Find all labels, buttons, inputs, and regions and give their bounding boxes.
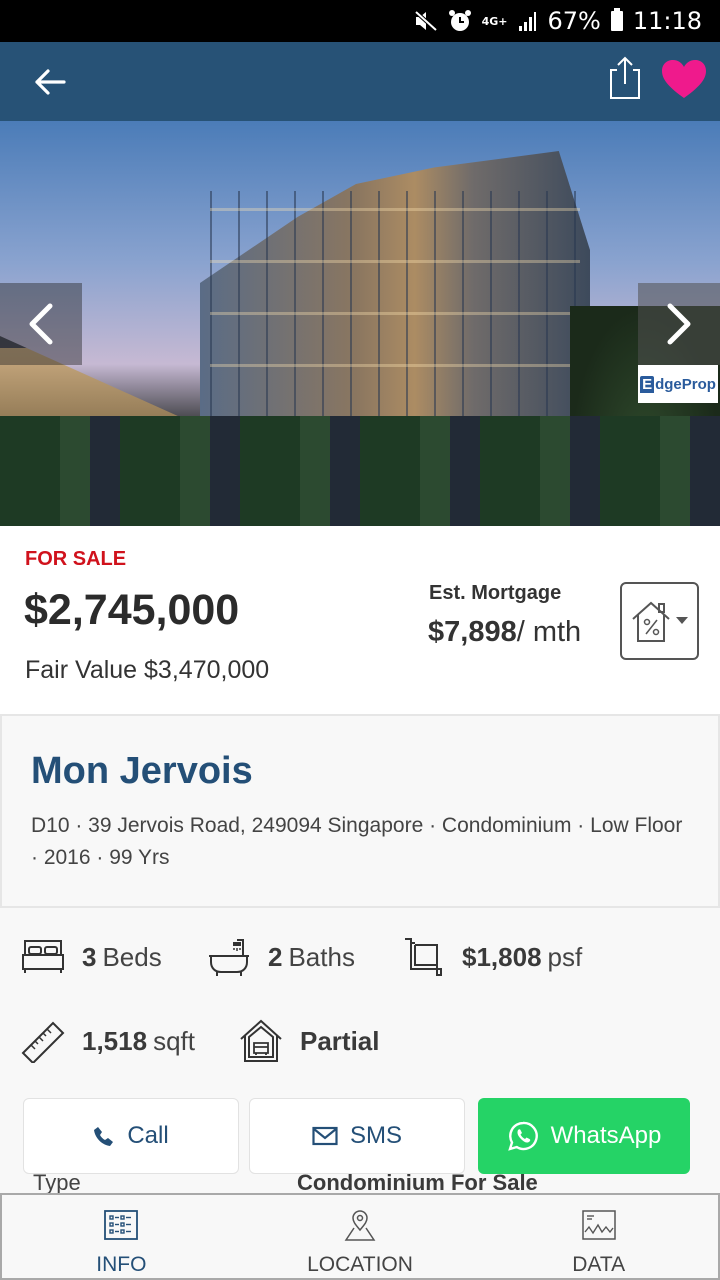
tab-label: INFO bbox=[96, 1253, 147, 1276]
feature-furnishing: Partial bbox=[238, 1018, 386, 1064]
clock: 11:18 bbox=[632, 7, 702, 35]
feature-size: 1,518 sqft bbox=[20, 1018, 195, 1064]
status-bar: 4G+ 67% 11:18 bbox=[0, 0, 720, 42]
property-header: Mon Jervois D10 · 39 Jervois Road, 24909… bbox=[0, 714, 720, 908]
photo-gallery[interactable]: EdgeProp bbox=[0, 121, 720, 526]
detail-label: Type bbox=[33, 1170, 81, 1194]
furnished-house-icon bbox=[238, 1018, 284, 1064]
feature-psf: $1,808 psf bbox=[400, 934, 582, 980]
tab-info[interactable]: INFO bbox=[2, 1195, 241, 1278]
edgeprop-logo: EdgeProp bbox=[638, 365, 718, 403]
fair-value: Fair Value $3,470,000 bbox=[25, 656, 270, 684]
crop-area-icon bbox=[400, 934, 446, 980]
feature-beds: 3 Beds bbox=[20, 934, 162, 980]
battery-icon bbox=[610, 8, 623, 31]
network-icon: 4G+ bbox=[481, 14, 508, 28]
sms-button[interactable]: SMS bbox=[249, 1098, 465, 1174]
bed-icon bbox=[20, 934, 66, 980]
arrow-left-icon bbox=[35, 69, 66, 95]
chevron-left-icon bbox=[29, 303, 53, 345]
bottom-tab-bar: INFO LOCATION DATA bbox=[0, 1193, 720, 1280]
whatsapp-button[interactable]: WhatsApp bbox=[478, 1098, 690, 1174]
whatsapp-icon bbox=[507, 1121, 538, 1151]
previous-photo-button[interactable] bbox=[0, 283, 82, 365]
share-icon bbox=[610, 56, 640, 99]
listing-status: FOR SALE bbox=[25, 548, 127, 570]
favorite-button[interactable] bbox=[660, 58, 708, 100]
listing-price: $2,745,000 bbox=[24, 586, 240, 634]
back-button[interactable] bbox=[30, 64, 70, 100]
ruler-icon bbox=[20, 1018, 66, 1064]
call-button[interactable]: Call bbox=[23, 1098, 239, 1174]
tab-data[interactable]: DATA bbox=[479, 1195, 718, 1278]
envelope-icon bbox=[312, 1126, 338, 1146]
tab-label: LOCATION bbox=[307, 1253, 413, 1276]
contact-actions: Call SMS WhatsApp bbox=[0, 1096, 720, 1176]
phone-icon bbox=[94, 1127, 114, 1146]
chart-icon bbox=[581, 1207, 616, 1243]
next-photo-button[interactable] bbox=[638, 283, 720, 365]
tab-location[interactable]: LOCATION bbox=[241, 1195, 480, 1278]
battery-percent: 67% bbox=[547, 7, 601, 35]
detail-row-type: Type Condominium For Sale bbox=[0, 1168, 720, 1194]
signal-icon bbox=[517, 11, 537, 31]
mortgage-label: Est. Mortgage bbox=[429, 582, 562, 604]
heart-icon bbox=[662, 60, 706, 98]
alarm-icon bbox=[448, 9, 472, 33]
chevron-right-icon bbox=[667, 303, 691, 345]
property-name: Mon Jervois bbox=[31, 750, 253, 792]
mute-icon bbox=[414, 10, 438, 32]
feature-baths: 2 Baths bbox=[206, 934, 355, 980]
mortgage-value: $7,898/ mth bbox=[428, 616, 582, 648]
bathtub-icon bbox=[206, 934, 252, 980]
property-address: D10 · 39 Jervois Road, 249094 Singapore … bbox=[31, 814, 683, 869]
tab-label: DATA bbox=[572, 1253, 626, 1276]
mortgage-calculator-icon bbox=[631, 601, 688, 642]
price-section: FOR SALE $2,745,000 Fair Value $3,470,00… bbox=[0, 526, 720, 714]
detail-value: Condominium For Sale bbox=[297, 1170, 538, 1194]
map-pin-icon bbox=[343, 1207, 377, 1243]
property-features: 3 Beds 2 Baths $1,808 psf 1,518 sqft Partial bbox=[0, 908, 720, 1096]
mortgage-calculator-button[interactable] bbox=[620, 582, 699, 660]
list-icon bbox=[104, 1207, 139, 1243]
app-bar bbox=[0, 42, 720, 121]
share-button[interactable] bbox=[603, 54, 647, 100]
